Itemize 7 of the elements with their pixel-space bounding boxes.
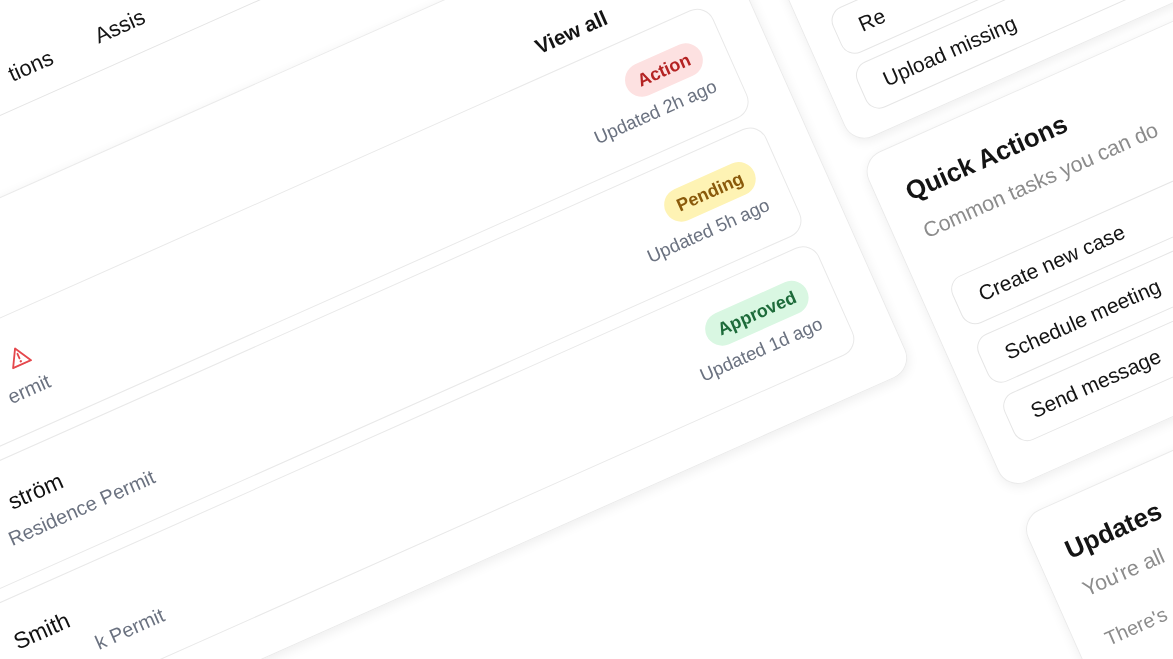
permit-type: k Permit <box>91 602 168 655</box>
nav-tab[interactable]: Assis <box>90 4 150 50</box>
nav-tab[interactable]: tions <box>4 44 58 88</box>
view-all-link[interactable]: View all <box>531 5 612 60</box>
empty-state-text: There's <box>1100 601 1172 651</box>
permit-type: ermit <box>3 368 55 409</box>
person-name: Smith <box>9 605 75 656</box>
